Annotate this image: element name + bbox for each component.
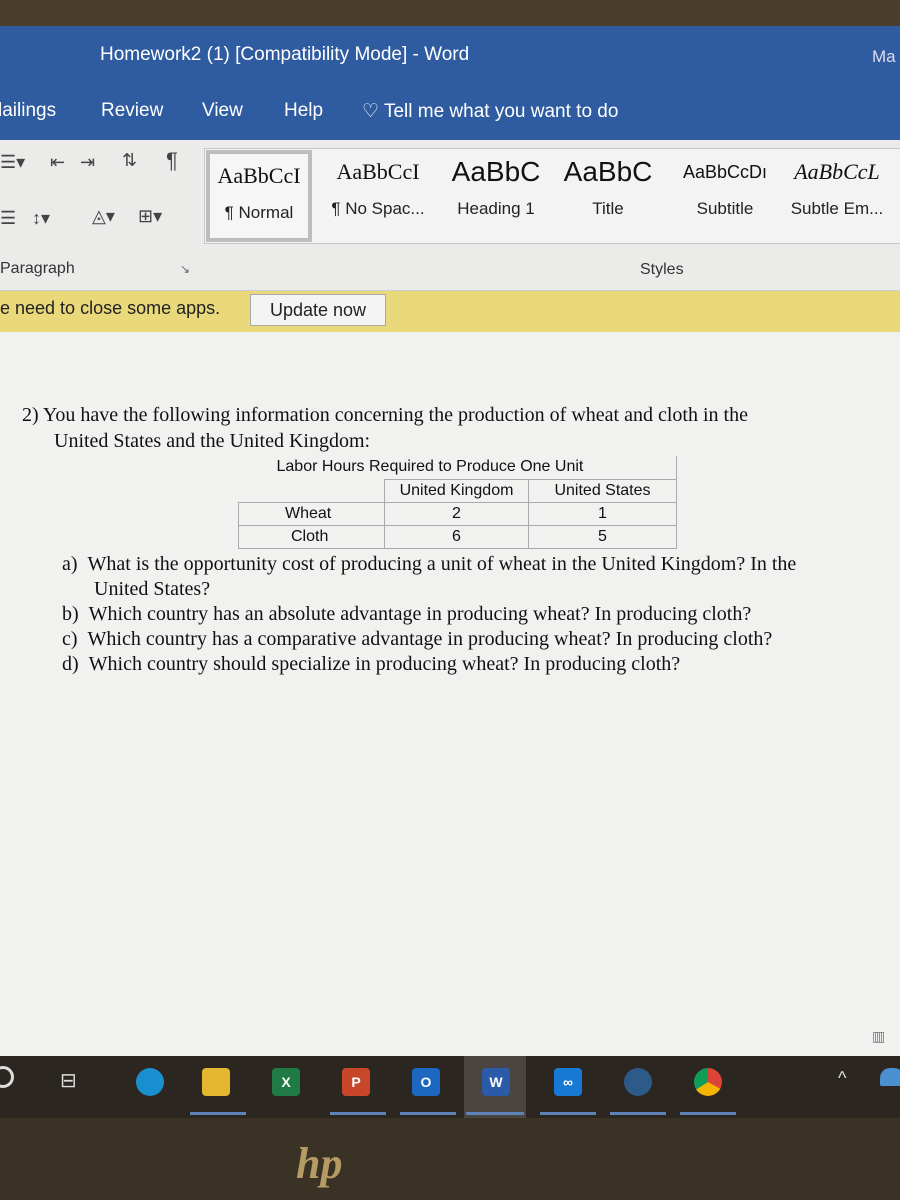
running-indicator <box>610 1112 666 1115</box>
lightbulb-icon: ♡ <box>362 101 384 122</box>
table-header: United States <box>528 478 677 503</box>
tell-me-search[interactable]: ♡ Tell me what you want to do <box>362 100 618 123</box>
part-text: Which country has an absolute advantage … <box>88 603 752 625</box>
table-row: Wheat 2 1 <box>238 501 677 526</box>
user-name[interactable]: Ma <box>872 47 896 67</box>
table-cell: 5 <box>528 524 677 549</box>
style-preview: AaBbCcL <box>794 159 880 184</box>
justify-icon[interactable]: ☰ <box>0 208 16 229</box>
question-text-cont: United States and the United Kingdom: <box>54 430 371 452</box>
word-icon[interactable]: W <box>482 1068 510 1096</box>
style-no-spacing[interactable]: AaBbCcI ¶ No Spac... <box>320 150 436 224</box>
table-caption: Labor Hours Required to Produce One Unit <box>238 456 677 479</box>
pilcrow-icon[interactable]: ¶ <box>166 148 178 174</box>
part-label: c) <box>62 628 78 650</box>
part-d: d) Which country should specialize in pr… <box>62 653 680 676</box>
increase-indent-icon[interactable]: ⇥ <box>80 152 95 173</box>
style-label: ¶ No Spac... <box>331 199 425 218</box>
excel-icon[interactable]: X <box>272 1068 300 1096</box>
tab-help[interactable]: Help <box>284 100 323 122</box>
part-text: Which country should specialize in produ… <box>88 653 681 675</box>
onedrive-icon[interactable] <box>880 1068 900 1086</box>
hp-logo: hp <box>296 1139 343 1188</box>
task-view-icon[interactable]: ⊟ <box>60 1068 77 1093</box>
decrease-indent-icon[interactable]: ⇤ <box>50 152 65 173</box>
tell-me-text: Tell me what you want to do <box>383 101 619 122</box>
dialog-launcher-icon[interactable]: ↘ <box>180 262 190 276</box>
taskbar <box>0 1056 900 1118</box>
style-preview: AaBbCcDı <box>682 162 768 182</box>
outlook-icon[interactable]: O <box>412 1068 440 1096</box>
notice-text: e need to close some apps. <box>0 298 221 318</box>
chrome-icon[interactable] <box>694 1068 722 1096</box>
style-label: Subtitle <box>696 199 754 218</box>
tab-review[interactable]: Review <box>101 100 163 122</box>
part-text: Which country has a comparative advantag… <box>87 628 773 650</box>
shading-icon[interactable]: ◬▾ <box>92 206 115 227</box>
style-preview: AaBbCcI <box>336 159 420 184</box>
style-normal[interactable]: AaBbCcI ¶ Normal <box>206 150 312 242</box>
style-label: Title <box>592 199 624 218</box>
chevron-up-icon[interactable]: ^ <box>838 1068 846 1089</box>
table-row: Cloth 6 5 <box>238 524 677 549</box>
borders-icon[interactable]: ⊞▾ <box>138 206 162 227</box>
screen-top-bezel <box>0 0 900 26</box>
part-label: b) <box>62 603 79 625</box>
edge-icon[interactable] <box>136 1068 164 1096</box>
tab-mailings[interactable]: lailings <box>0 100 56 122</box>
running-indicator <box>680 1112 736 1115</box>
running-indicator <box>400 1112 456 1115</box>
read-mode-icon[interactable]: ▥ <box>872 1028 885 1045</box>
style-subtle-emphasis[interactable]: AaBbCcL Subtle Em... <box>782 150 892 224</box>
table-cell: 1 <box>528 501 677 526</box>
line-spacing-icon[interactable]: ↕▾ <box>32 208 50 229</box>
update-now-button[interactable]: Update now <box>250 294 386 326</box>
file-explorer-icon[interactable] <box>202 1068 230 1096</box>
style-preview: AaBbC <box>451 156 541 187</box>
running-indicator <box>190 1112 246 1115</box>
table-cell: 2 <box>384 501 529 526</box>
part-c: c) Which country has a comparative advan… <box>62 628 772 651</box>
part-b: b) Which country has an absolute advanta… <box>62 603 751 626</box>
style-preview: AaBbCcI <box>217 163 301 188</box>
style-label: ¶ Normal <box>224 203 294 222</box>
table-cell: Cloth <box>238 524 385 549</box>
running-indicator <box>330 1112 386 1115</box>
style-preview: AaBbC <box>563 156 653 187</box>
style-heading-1[interactable]: AaBbC Heading 1 <box>440 150 552 224</box>
powerpoint-icon[interactable]: P <box>342 1068 370 1096</box>
question-text: 2) You have the following information co… <box>22 404 748 426</box>
style-label: Heading 1 <box>457 199 535 218</box>
table-cell: Wheat <box>238 501 385 526</box>
running-indicator <box>540 1112 596 1115</box>
part-label: d) <box>62 653 79 675</box>
style-title[interactable]: AaBbC Title <box>556 150 660 224</box>
app-icon[interactable]: ∞ <box>554 1068 582 1096</box>
running-indicator <box>466 1112 524 1115</box>
paragraph-group-label: Paragraph <box>0 260 75 277</box>
part-a: a) What is the opportunity cost of produ… <box>62 553 796 576</box>
steam-icon[interactable] <box>624 1068 652 1096</box>
styles-group-label: Styles <box>640 261 684 278</box>
tab-view[interactable]: View <box>202 100 243 122</box>
style-subtitle[interactable]: AaBbCcDı Subtitle <box>672 150 778 224</box>
part-a-cont: United States? <box>94 578 211 600</box>
part-text: What is the opportunity cost of producin… <box>87 553 797 575</box>
part-label: a) <box>62 553 78 575</box>
table-header-row: United Kingdom United States <box>238 478 677 503</box>
labor-table: Labor Hours Required to Produce One Unit… <box>238 456 677 549</box>
table-header <box>238 479 385 503</box>
style-label: Subtle Em... <box>790 199 884 218</box>
window-title: Homework2 (1) [Compatibility Mode] - Wor… <box>100 44 470 65</box>
multilevel-list-icon[interactable]: ☰▾ <box>0 152 25 173</box>
sort-icon[interactable]: ⇅ <box>122 150 137 171</box>
table-header: United Kingdom <box>384 478 529 503</box>
table-cell: 6 <box>384 524 529 549</box>
